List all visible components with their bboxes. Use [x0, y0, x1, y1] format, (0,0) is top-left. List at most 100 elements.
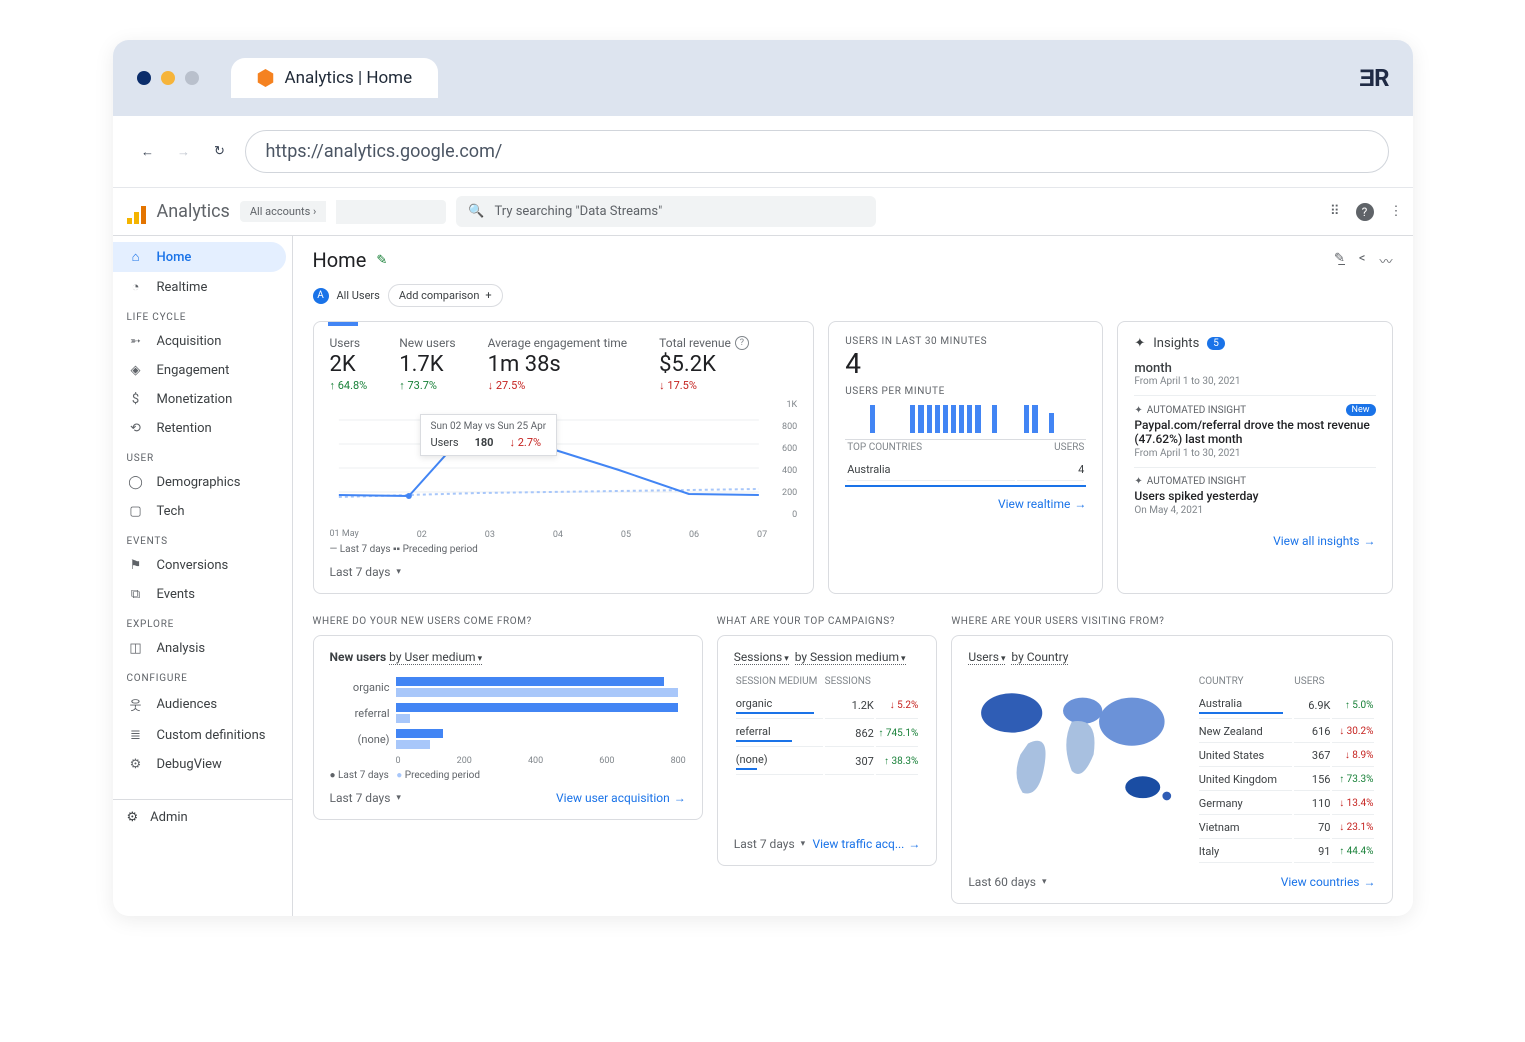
- view-realtime-link[interactable]: View realtime →: [998, 497, 1086, 511]
- account-picker[interactable]: All accounts ›: [240, 201, 326, 222]
- dollar-icon: $: [127, 392, 145, 407]
- gear-icon: ⚙: [127, 810, 139, 825]
- sidebar-item-demographics[interactable]: ◯Demographics: [113, 468, 286, 497]
- sidebar-item-tech[interactable]: ▢Tech: [113, 497, 286, 526]
- sidebar-item-acquisition[interactable]: ➵Acquisition: [113, 327, 286, 356]
- sidebar-item-audiences[interactable]: 웃Audiences: [113, 688, 286, 721]
- range-picker[interactable]: Last 7 days: [330, 791, 401, 805]
- sidebar-label: Acquisition: [157, 334, 222, 349]
- range-picker[interactable]: Last 60 days: [968, 875, 1046, 889]
- close-dot[interactable]: [137, 71, 151, 85]
- menu-icon[interactable]: ⋮: [1390, 204, 1403, 219]
- sidebar-item-analysis[interactable]: ◫Analysis: [113, 634, 286, 663]
- trend-icon[interactable]: 〰: [1379, 251, 1392, 270]
- sidebar-item-home[interactable]: ⌂ Home: [113, 242, 286, 272]
- sidebar-section: LIFE CYCLE: [113, 302, 292, 327]
- sidebar-section: CONFIGURE: [113, 663, 292, 688]
- sidebar-item-retention[interactable]: ⟲Retention: [113, 414, 286, 443]
- sidebar-label: Tech: [157, 504, 185, 519]
- sidebar-label: Audiences: [157, 697, 218, 712]
- min-dot[interactable]: [161, 71, 175, 85]
- chart-tooltip: Sun 02 May vs Sun 25 Apr Users 180 ↓ 2.7…: [420, 414, 558, 456]
- sidebar-item-engagement[interactable]: ◈Engagement: [113, 356, 286, 385]
- search-placeholder: Try searching "Data Streams": [495, 204, 663, 219]
- browser-tab[interactable]: Analytics | Home: [231, 58, 439, 98]
- world-map: [968, 674, 1186, 824]
- edit-icon[interactable]: ✎: [376, 253, 387, 268]
- auto-label: AUTOMATED INSIGHT: [1147, 405, 1246, 416]
- back-icon[interactable]: ←: [137, 141, 159, 163]
- acquisition-card: New users by User medium organicreferral…: [313, 635, 703, 820]
- help-icon[interactable]: ?: [1356, 203, 1374, 221]
- sidebar-label: Conversions: [157, 558, 229, 573]
- home-icon: ⌂: [127, 249, 145, 265]
- sidebar-label: Retention: [157, 421, 212, 436]
- card-title: USERS IN LAST 30 MINUTES: [845, 336, 1086, 347]
- kpi[interactable]: New users1.7K↑ 73.7%: [399, 336, 455, 392]
- tab-favicon: [257, 69, 275, 87]
- bar-row: (none): [330, 726, 686, 752]
- property-picker[interactable]: [336, 200, 446, 224]
- sidebar-item-monetization[interactable]: $ Monetization: [113, 385, 286, 414]
- sidebar-label: Events: [157, 587, 195, 602]
- tab-title: Analytics | Home: [285, 68, 413, 88]
- metric-picker[interactable]: Users: [968, 650, 1005, 665]
- kpi[interactable]: Total revenue ?$5.2K↓ 17.5%: [659, 336, 749, 392]
- chart-legend: — Last 7 days ▪▪ Preceding period: [330, 544, 798, 555]
- customize-icon[interactable]: ✎̲: [1334, 251, 1345, 270]
- share-icon[interactable]: <: [1359, 251, 1366, 270]
- dimension-picker[interactable]: by Session medium: [795, 650, 906, 665]
- table-row: United Kingdom156↑ 73.3%: [1199, 769, 1374, 791]
- sidebar-label: Home: [157, 250, 192, 265]
- table-row: referral862↑ 745.1%: [736, 721, 919, 747]
- sidebar-section: USER: [113, 443, 292, 468]
- view-countries-link[interactable]: View countries →: [1281, 875, 1376, 889]
- view-traffic-link[interactable]: View traffic acq... →: [813, 837, 921, 851]
- custom-icon: ≣: [127, 728, 145, 743]
- search-input[interactable]: 🔍 Try searching "Data Streams": [456, 196, 876, 227]
- sidebar-item-events[interactable]: ⧉Events: [113, 580, 286, 609]
- metric-picker[interactable]: Sessions: [734, 650, 789, 665]
- range-picker[interactable]: Last 7 days: [734, 837, 805, 851]
- engagement-icon: ◈: [127, 363, 145, 378]
- insight-text[interactable]: Users spiked yesterday: [1134, 489, 1375, 503]
- view-insights-link[interactable]: View all insights →: [1273, 534, 1375, 548]
- insight-range: From April 1 to 30, 2021: [1134, 376, 1375, 387]
- dimension-picker[interactable]: by User medium: [389, 650, 482, 665]
- analytics-logo-icon: [123, 200, 147, 224]
- chip-text: Add comparison: [399, 289, 480, 302]
- sidebar-item-debugview[interactable]: ⚙DebugView: [113, 750, 286, 779]
- address-bar[interactable]: https://analytics.google.com/: [245, 130, 1389, 173]
- bar-row: organic: [330, 674, 686, 700]
- table-row: (none)307↑ 38.3%: [736, 749, 919, 775]
- reload-icon[interactable]: ↻: [209, 141, 231, 163]
- sidebar-label: Analysis: [157, 641, 206, 656]
- max-dot[interactable]: [185, 71, 199, 85]
- sidebar-admin[interactable]: ⚙Admin: [113, 799, 292, 835]
- view-acquisition-link[interactable]: View user acquisition →: [556, 791, 686, 805]
- bar-row: referral: [330, 700, 686, 726]
- insight-text[interactable]: Paypal.com/referral drove the most reven…: [1134, 418, 1375, 446]
- sidebar-item-custom[interactable]: ≣Custom definitions: [113, 721, 286, 750]
- section-title: WHERE ARE YOUR USERS VISITING FROM?: [951, 616, 1392, 627]
- segment-badge: A: [313, 288, 329, 304]
- sidebar-item-realtime[interactable]: ◔Realtime: [113, 272, 286, 302]
- segment-label[interactable]: All Users: [337, 289, 380, 302]
- plus-icon: +: [485, 289, 491, 302]
- sparkle-icon: ✦: [1134, 476, 1142, 487]
- kpi[interactable]: Average engagement time1m 38s↓ 27.5%: [488, 336, 628, 392]
- col-header: USERS: [1017, 442, 1085, 457]
- sidebar-label: DebugView: [157, 757, 222, 772]
- sidebar-section: EVENTS: [113, 526, 292, 551]
- card-title: Insights: [1153, 336, 1199, 351]
- subtitle: USERS PER MINUTE: [845, 386, 1086, 397]
- table-row: Australia6.9K↑ 5.0%: [1199, 693, 1374, 719]
- sparkle-icon: ✦: [1134, 405, 1142, 416]
- sidebar-item-conversions[interactable]: ⚑Conversions: [113, 551, 286, 580]
- sidebar-label: Monetization: [157, 392, 233, 407]
- apps-icon[interactable]: ⠿: [1330, 204, 1340, 219]
- range-picker[interactable]: Last 7 days: [330, 565, 401, 579]
- kpi[interactable]: Users2K↑ 64.8%: [330, 336, 368, 392]
- add-comparison-button[interactable]: Add comparison +: [388, 284, 503, 307]
- insights-card: ✦Insights5 month From April 1 to 30, 202…: [1117, 321, 1392, 594]
